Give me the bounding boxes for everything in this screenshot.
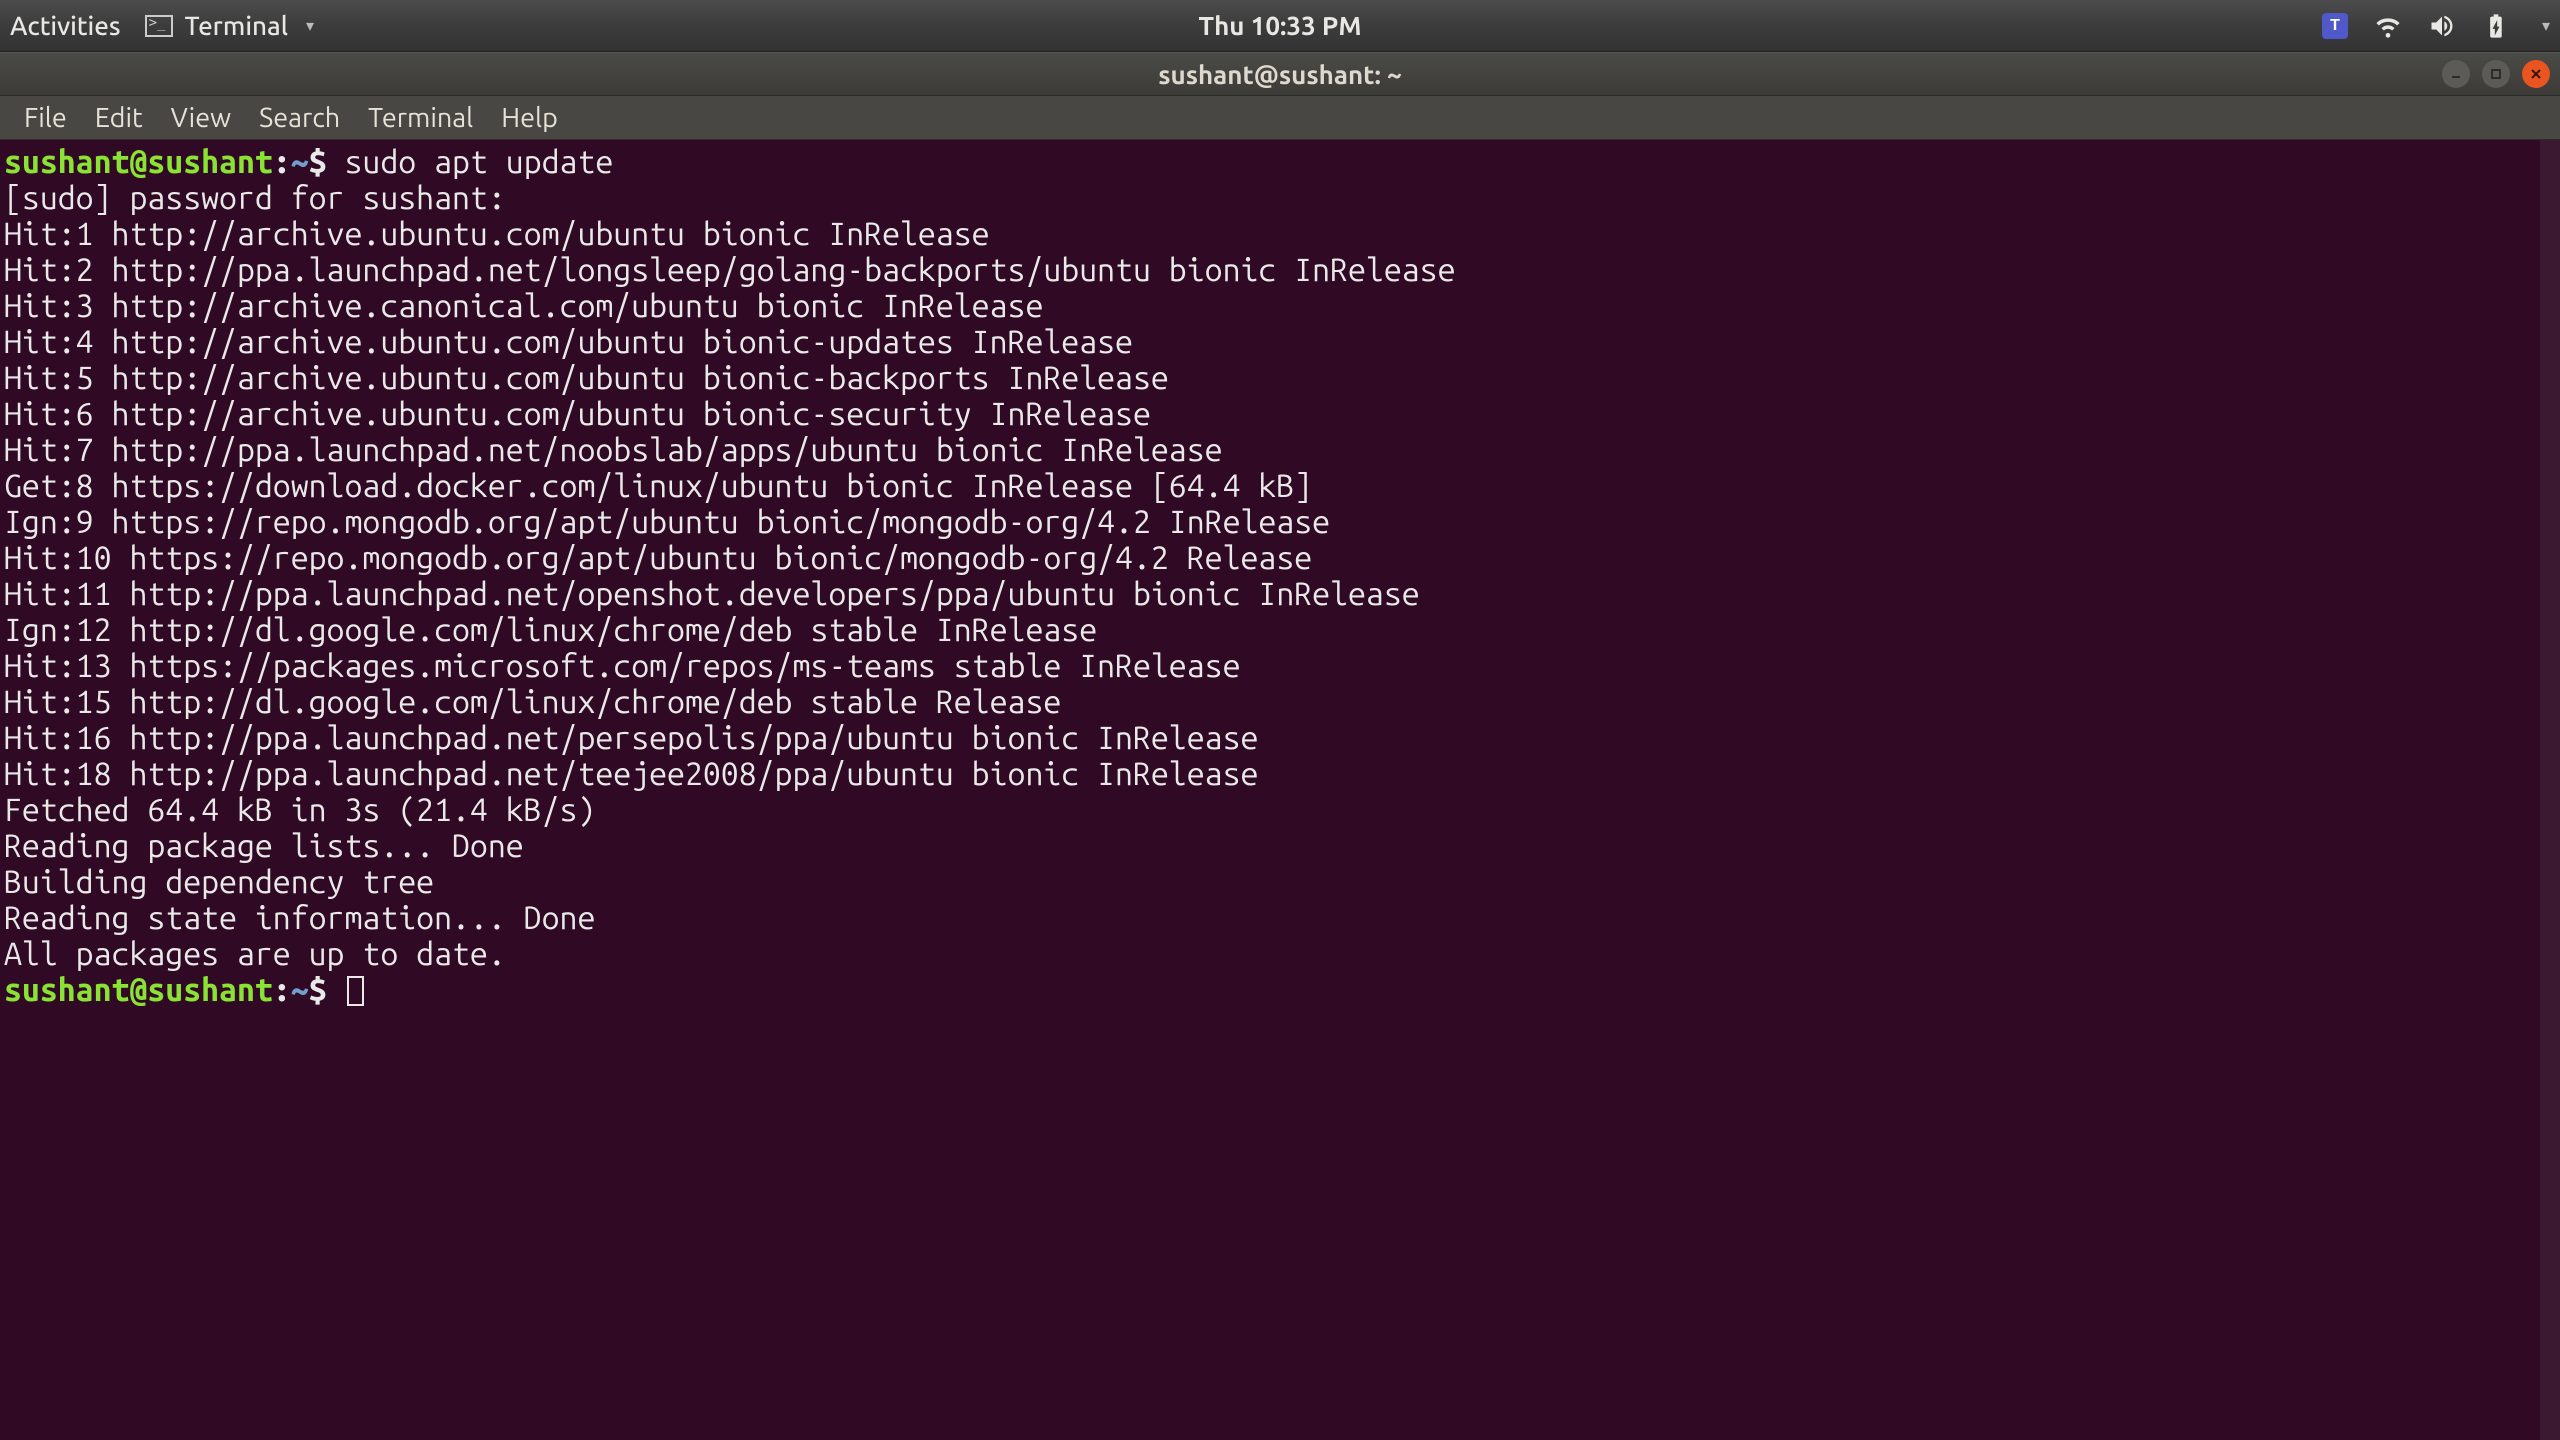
menu-help[interactable]: Help: [487, 97, 572, 139]
app-menu[interactable]: Terminal ▾: [145, 11, 314, 40]
terminal-cursor: [347, 976, 364, 1006]
output-line: Hit:15 http://dl.google.com/linux/chrome…: [4, 684, 1061, 720]
window-close-button[interactable]: [2522, 60, 2550, 88]
window-titlebar[interactable]: sushant@sushant: ~: [0, 52, 2560, 96]
prompt-user: sushant: [4, 972, 129, 1008]
prompt-colon: :: [273, 972, 291, 1008]
prompt-at: @: [129, 144, 147, 180]
activities-button[interactable]: Activities: [10, 11, 121, 40]
output-line: Hit:1 http://archive.ubuntu.com/ubuntu b…: [4, 216, 990, 252]
wifi-icon[interactable]: [2374, 12, 2402, 40]
window-title: sushant@sushant: ~: [1158, 60, 1402, 89]
battery-icon[interactable]: [2482, 12, 2510, 40]
prompt-at: @: [129, 972, 147, 1008]
system-menu-arrow-icon[interactable]: ▾: [2542, 16, 2550, 35]
menu-view[interactable]: View: [157, 97, 245, 139]
menu-search[interactable]: Search: [245, 97, 354, 139]
output-line: Hit:3 http://archive.canonical.com/ubunt…: [4, 288, 1043, 324]
output-line: Hit:4 http://archive.ubuntu.com/ubuntu b…: [4, 324, 1133, 360]
output-line: Reading state information... Done: [4, 900, 595, 936]
prompt-user: sushant: [4, 144, 129, 180]
output-line: Hit:11 http://ppa.launchpad.net/openshot…: [4, 576, 1420, 612]
menu-file[interactable]: File: [10, 97, 81, 139]
prompt-host: sushant: [147, 144, 272, 180]
prompt-host: sushant: [147, 972, 272, 1008]
output-line: All packages are up to date.: [4, 936, 506, 972]
entered-command: sudo apt update: [345, 144, 614, 180]
chevron-down-icon: ▾: [306, 16, 314, 35]
output-line: Reading package lists... Done: [4, 828, 524, 864]
output-line: Fetched 64.4 kB in 3s (21.4 kB/s): [4, 792, 595, 828]
menu-terminal[interactable]: Terminal: [354, 97, 487, 139]
panel-clock[interactable]: Thu 10:33 PM: [1199, 11, 1362, 40]
output-line: Hit:13 https://packages.microsoft.com/re…: [4, 648, 1240, 684]
teams-tray-icon[interactable]: [2322, 13, 2348, 39]
terminal-window: sushant@sushant: ~ File Edit View Search…: [0, 52, 2560, 1440]
output-line: Hit:7 http://ppa.launchpad.net/noobslab/…: [4, 432, 1223, 468]
output-line: Hit:16 http://ppa.launchpad.net/persepol…: [4, 720, 1258, 756]
output-line: Building dependency tree: [4, 864, 560, 900]
prompt-colon: :: [273, 144, 291, 180]
output-line: [sudo] password for sushant:: [4, 180, 524, 216]
output-line: Hit:2 http://ppa.launchpad.net/longsleep…: [4, 252, 1456, 288]
output-line: Ign:9 https://repo.mongodb.org/apt/ubunt…: [4, 504, 1330, 540]
output-line: Hit:18 http://ppa.launchpad.net/teejee20…: [4, 756, 1258, 792]
window-maximize-button[interactable]: [2482, 60, 2510, 88]
output-line: Ign:12 http://dl.google.com/linux/chrome…: [4, 612, 1097, 648]
output-line: Hit:6 http://archive.ubuntu.com/ubuntu b…: [4, 396, 1151, 432]
prompt-path: ~: [291, 972, 309, 1008]
terminal-icon: [145, 15, 173, 37]
window-minimize-button[interactable]: [2442, 60, 2470, 88]
menu-edit[interactable]: Edit: [81, 97, 157, 139]
terminal-viewport[interactable]: sushant@sushant:~$ sudo apt update [sudo…: [0, 140, 2560, 1440]
terminal-menubar: File Edit View Search Terminal Help: [0, 96, 2560, 140]
output-line: Hit:10 https://repo.mongodb.org/apt/ubun…: [4, 540, 1312, 576]
sound-icon[interactable]: [2428, 12, 2456, 40]
prompt-path: ~: [291, 144, 309, 180]
terminal-scrollbar[interactable]: [2540, 140, 2560, 1440]
gnome-top-panel: Activities Terminal ▾ Thu 10:33 PM ▾: [0, 0, 2560, 52]
output-line: Hit:5 http://archive.ubuntu.com/ubuntu b…: [4, 360, 1169, 396]
app-menu-label: Terminal: [185, 11, 288, 40]
prompt-symbol: $: [309, 144, 327, 180]
output-line: Get:8 https://download.docker.com/linux/…: [4, 468, 1312, 504]
prompt-symbol: $: [309, 972, 327, 1008]
